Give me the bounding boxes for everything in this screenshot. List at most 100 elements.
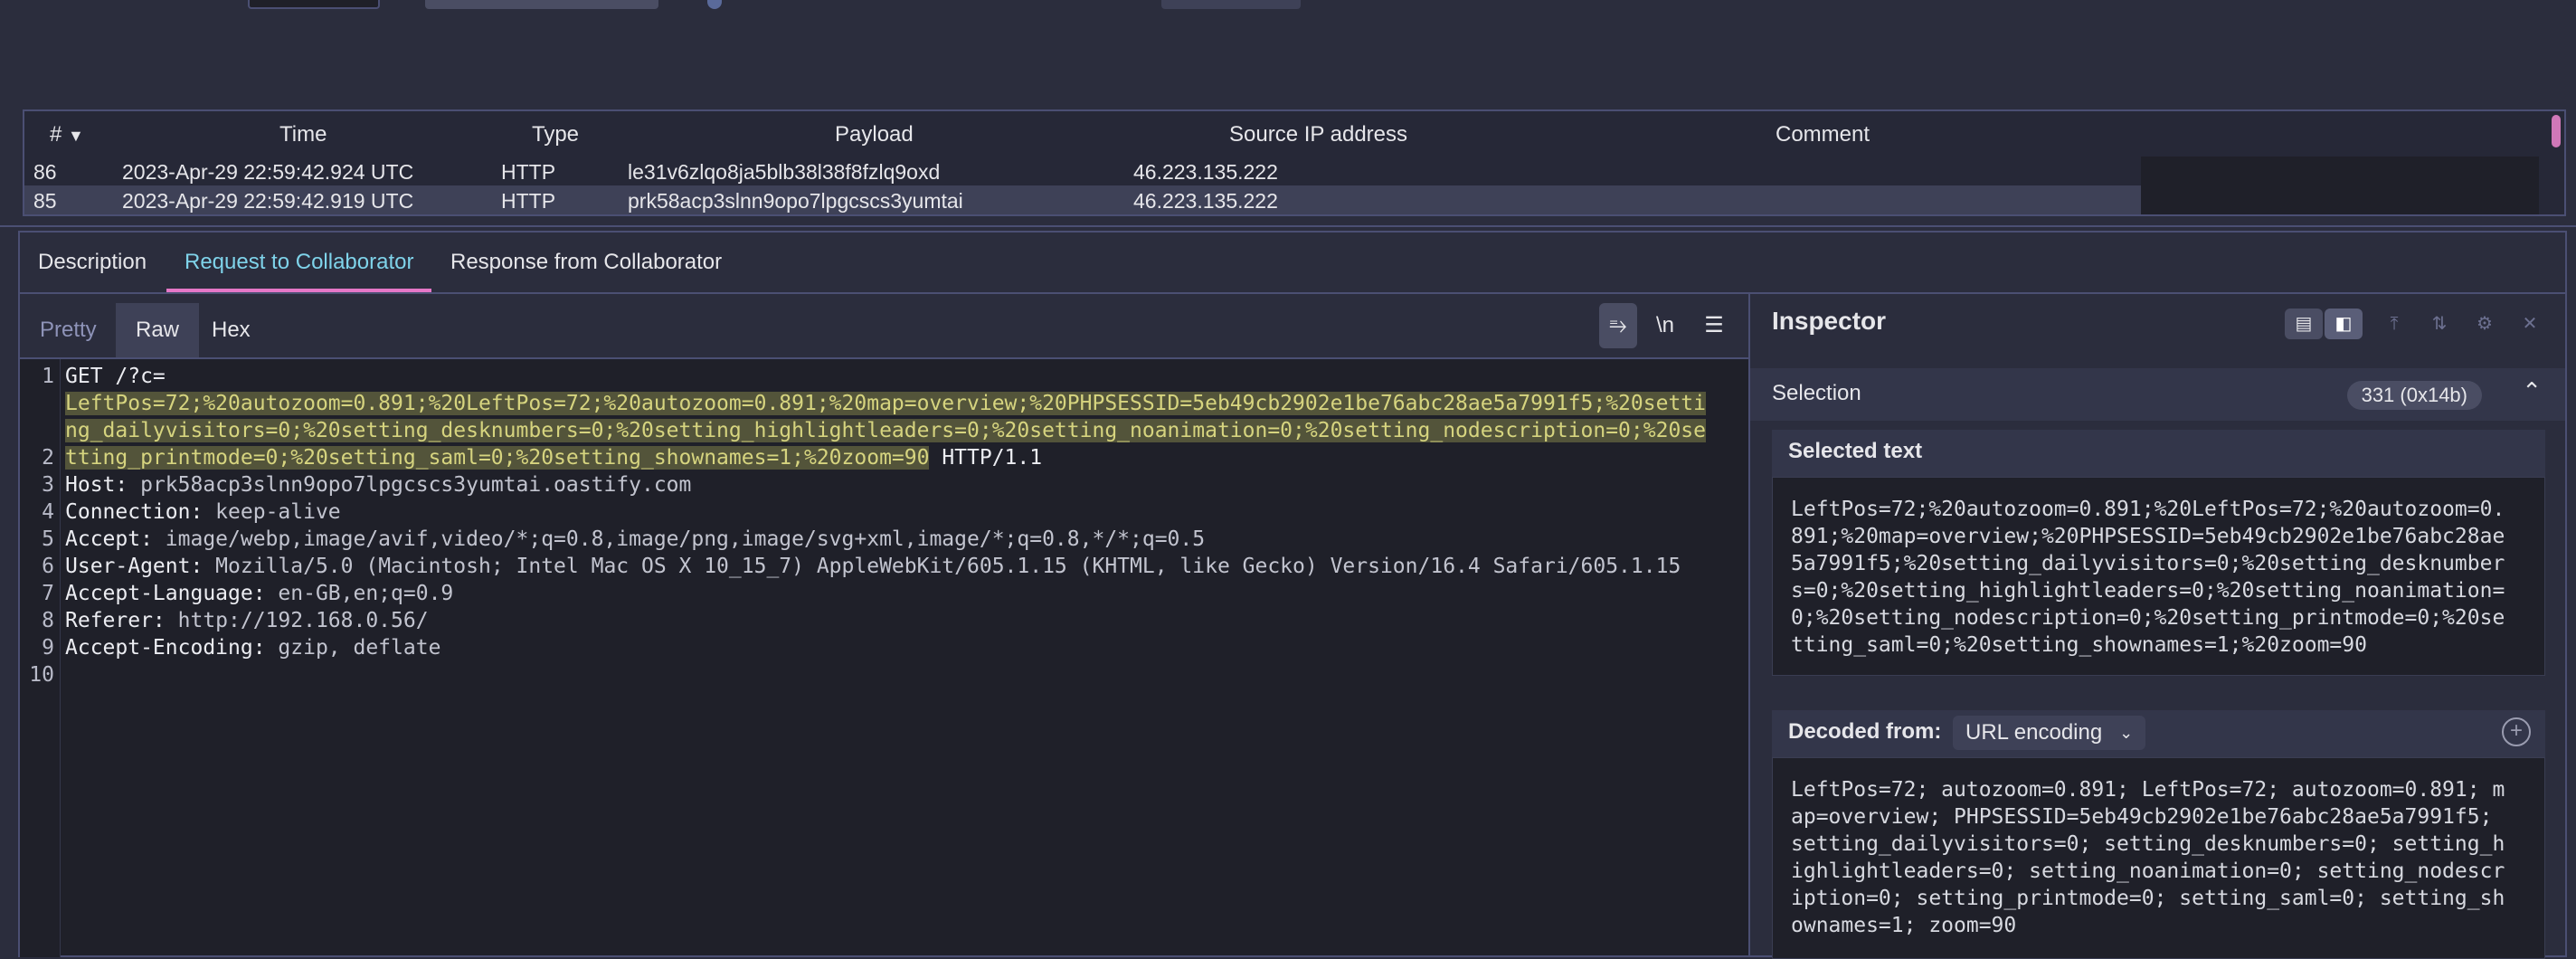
cell-source-ip: 46.223.135.222	[1133, 160, 1278, 184]
column-header-comment[interactable]: Comment	[1776, 122, 1870, 147]
header-key: Connection:	[65, 500, 204, 524]
table-scrollbar[interactable]	[2550, 115, 2562, 214]
detail-tabs: Description Request to Collaborator Resp…	[18, 231, 2567, 292]
column-header-number[interactable]: # ▼	[50, 122, 84, 147]
decoded-from-title: Decoded from:	[1788, 719, 1942, 744]
selected-text-title: Selected text	[1788, 439, 1923, 463]
filter-input[interactable]	[248, 0, 380, 9]
header-line: Accept-Encoding: gzip, deflate	[65, 636, 440, 660]
add-decoding-icon[interactable]: +	[2502, 717, 2531, 746]
header-value: en-GB,en;q=0.9	[265, 582, 454, 605]
selected-text-content: LeftPos=72;%20autozoom=0.891;%20LeftPos=…	[1791, 498, 2505, 657]
header-key: Accept-Language:	[65, 582, 266, 605]
selected-query: ng_dailyvisitors=0;%20setting_desknumber…	[65, 419, 1706, 442]
header-key: User-Agent:	[65, 555, 204, 578]
decoded-text-content: LeftPos=72; autozoom=0.891; LeftPos=72; …	[1791, 778, 2505, 937]
selected-query: LeftPos=72;%20autozoom=0.891;%20LeftPos=…	[65, 392, 1706, 415]
table-header: # ▼ Time Type Payload Source IP address …	[24, 111, 2539, 155]
inspector-panel: Inspector ▤ ◧ ⤒ ⇅ ⚙ ✕ Selection 331 (0x1…	[1750, 292, 2567, 959]
line-number: 7	[42, 582, 54, 605]
tab-request-to-collaborator[interactable]: Request to Collaborator	[166, 233, 432, 292]
header-line: User-Agent: Mozilla/5.0 (Macintosh; Inte…	[65, 555, 1681, 578]
chevron-up-icon[interactable]: ⌃	[2522, 377, 2542, 405]
cell-time: 2023-Apr-29 22:59:42.924 UTC	[122, 160, 414, 184]
cell-payload: prk58acp3slnn9opo7lpgcscs3yumtai	[628, 189, 963, 213]
line-number: 4	[42, 500, 54, 524]
selection-count-badge: 331 (0x14b)	[2346, 381, 2482, 410]
line-number: 9	[42, 636, 54, 660]
chevron-down-icon: ⌄	[2119, 724, 2134, 742]
top-toolbar	[0, 0, 2576, 13]
cell-time: 2023-Apr-29 22:59:42.919 UTC	[122, 189, 414, 213]
column-header-type[interactable]: Type	[532, 122, 579, 147]
cell-number: 85	[33, 189, 57, 213]
header-key: Accept-Encoding:	[65, 636, 266, 660]
line-number: 10	[29, 663, 54, 687]
line-number: 1	[42, 365, 54, 388]
comment-cells	[2141, 157, 2539, 214]
header-line: Accept-Language: en-GB,en;q=0.9	[65, 582, 453, 605]
word-wrap-icon[interactable]: ⥱	[1599, 303, 1637, 348]
copy-button[interactable]	[425, 0, 658, 9]
menu-icon[interactable]: ☰	[1695, 303, 1733, 348]
layout-list-icon[interactable]: ▤	[2285, 309, 2323, 339]
column-header-time[interactable]: Time	[279, 122, 327, 147]
cell-source-ip: 46.223.135.222	[1133, 189, 1278, 213]
interactions-table: # ▼ Time Type Payload Source IP address …	[23, 109, 2566, 216]
cell-payload: le31v6zlqo8ja5blb38l38f8fzlq9oxd	[628, 160, 941, 184]
view-tab-hex[interactable]: Hex	[192, 303, 270, 357]
encoding-value: URL encoding	[1965, 720, 2103, 745]
selected-text-box[interactable]: LeftPos=72;%20autozoom=0.891;%20LeftPos=…	[1772, 477, 2545, 676]
cell-number: 86	[33, 160, 57, 184]
view-tab-raw[interactable]: Raw	[116, 303, 200, 357]
header-value: http://192.168.0.56/	[165, 609, 429, 632]
tab-response-from-collaborator[interactable]: Response from Collaborator	[432, 233, 740, 292]
newline-toggle-button[interactable]: \n	[1646, 303, 1684, 348]
selected-query: tting_printmode=0;%20setting_saml=0;%20s…	[65, 446, 930, 470]
decoded-text-box[interactable]: LeftPos=72; autozoom=0.891; LeftPos=72; …	[1772, 757, 2545, 959]
line-number: 8	[42, 609, 54, 632]
close-icon[interactable]: ✕	[2511, 309, 2549, 339]
request-line: tting_printmode=0;%20setting_saml=0;%20s…	[65, 446, 1042, 470]
divider	[0, 225, 2576, 227]
collapse-all-icon[interactable]: ⤒	[2375, 309, 2413, 339]
header-value: gzip, deflate	[265, 636, 441, 660]
scrollbar-thumb[interactable]	[2552, 115, 2561, 147]
decoded-panel: Decoded from: URL encoding ⌄ + LeftPos=72…	[1772, 710, 2545, 959]
request-editor: Pretty Raw Hex ⥱ \n ☰ 1 2 3 4 5 6 7 8 9 …	[18, 292, 1750, 957]
line-number: 5	[42, 527, 54, 551]
expand-all-icon[interactable]: ⇅	[2420, 309, 2458, 339]
header-value: keep-alive	[203, 500, 341, 524]
poll-button[interactable]	[1161, 0, 1301, 9]
inspector-layout-controls: ▤ ◧ ⤒ ⇅ ⚙ ✕	[2285, 309, 2556, 345]
filter-area	[0, 13, 2576, 107]
cell-type: HTTP	[501, 189, 556, 213]
sort-desc-icon: ▼	[68, 127, 84, 145]
header-line: Host: prk58acp3slnn9opo7lpgcscs3yumtai.o…	[65, 473, 691, 497]
column-header-payload[interactable]: Payload	[835, 122, 914, 147]
line-number: 3	[42, 473, 54, 497]
selection-section[interactable]: Selection 331 (0x14b) ⌃	[1750, 368, 2565, 421]
selection-label: Selection	[1772, 381, 1861, 405]
line-number: 2	[42, 446, 54, 470]
header-key: Host:	[65, 473, 128, 497]
header-key: Accept:	[65, 527, 153, 551]
request-method-path: GET /?c=	[65, 365, 166, 388]
header-value: Mozilla/5.0 (Macintosh; Intel Mac OS X 1…	[203, 555, 1681, 578]
settings-gear-icon[interactable]: ⚙	[2466, 309, 2504, 339]
tab-description[interactable]: Description	[20, 233, 165, 292]
view-tab-pretty[interactable]: Pretty	[20, 303, 117, 357]
encoding-dropdown[interactable]: URL encoding ⌄	[1953, 716, 2146, 750]
header-value: image/webp,image/avif,video/*;q=0.8,imag…	[152, 527, 1206, 551]
header-line: Accept: image/webp,image/avif,video/*;q=…	[65, 527, 1205, 551]
header-line: Referer: http://192.168.0.56/	[65, 609, 429, 632]
column-header-source-ip[interactable]: Source IP address	[1229, 122, 1407, 147]
line-number: 6	[42, 555, 54, 578]
layout-split-icon[interactable]: ◧	[2325, 309, 2363, 339]
http-version: HTTP/1.1	[929, 446, 1043, 470]
editor-toolbar: Pretty Raw Hex ⥱ \n ☰	[20, 294, 1748, 359]
cell-type: HTTP	[501, 160, 556, 184]
selected-text-panel: Selected text LeftPos=72;%20autozoom=0.8…	[1772, 430, 2545, 676]
request-line: GET /?c=	[65, 365, 166, 388]
settings-toggle[interactable]	[707, 0, 722, 9]
